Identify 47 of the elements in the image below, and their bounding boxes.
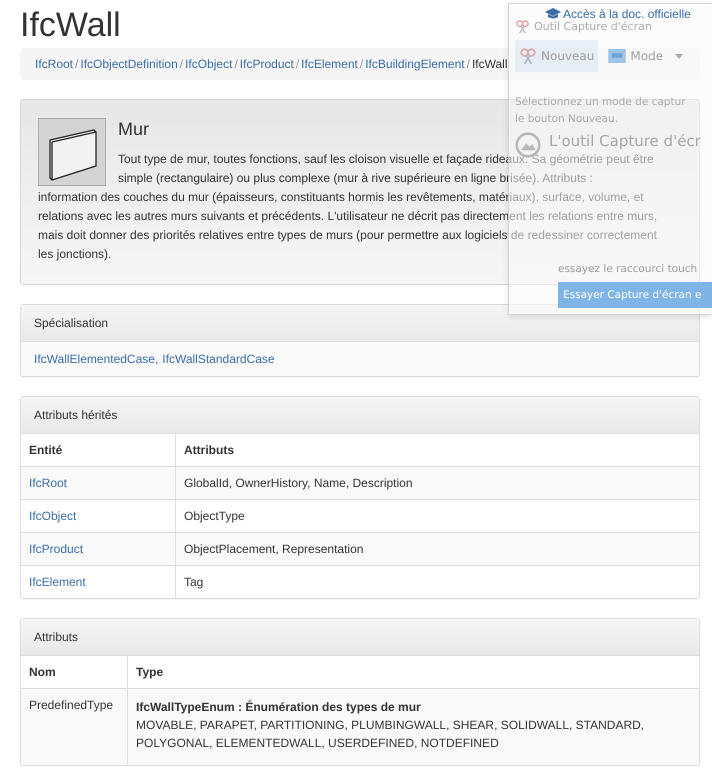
wall-icon (38, 118, 106, 186)
hint-text: Sélectionnez un mode de captur (515, 95, 687, 110)
hint-text: le bouton Nouveau. (515, 112, 620, 127)
entity-link[interactable]: IfcProduct (29, 542, 84, 556)
breadcrumb-separator: / (358, 57, 364, 71)
scissors-icon (519, 47, 537, 65)
window-title: Outil Capture d'écran (534, 20, 652, 32)
scissors-icon (515, 18, 530, 34)
entity-link[interactable]: IfcElement (29, 575, 86, 589)
breadcrumb-link[interactable]: IfcObject (185, 57, 232, 71)
column-header: Type (128, 656, 699, 688)
breadcrumb-separator: / (178, 57, 184, 71)
table-cell: PredefinedType (21, 688, 128, 765)
enum-values: MOVABLE, PARAPET, PARTITIONING, PLUMBINGWALL, SHEAR, SOLIDWALL, STANDARD, POLYGONAL, ELEMENTEDWALL, USERDEFINED, NOTDEFINED (136, 717, 646, 752)
description-text: Tout type de mur, toutes fonctions, sauf les cloison visuelle et façade rideaux. Sa géométrie peut être simple (rectangulaire) ou plus complexe (mur à rive supérieure en ligne brisée). Attributs : (118, 151, 655, 187)
caret-icon (675, 54, 684, 58)
description-text: information des couches du mur (épaisseurs, constituants hormis les revêtements, matériaux), surface, volume, et relations avec les autres murs suivants et précédents. L'utilisateur ne décrit pas directement les relations entre murs, mais doit donner des priorités relatives entre types de murs (pour permettre aux logiciels de redessiner correctement les jonctions). (38, 189, 658, 263)
type-title: IfcWallTypeEnum : Énumération des types de mur (136, 699, 422, 716)
entity-link[interactable]: IfcRoot (29, 476, 68, 490)
rectangle-icon (608, 49, 626, 63)
breadcrumb-separator: / (294, 57, 300, 71)
column-header: Attributs (176, 434, 699, 466)
table-cell: ObjectPlacement, Representation (176, 532, 699, 566)
entity-link[interactable]: IfcObject (29, 509, 76, 523)
breadcrumb-link[interactable]: IfcRoot (35, 57, 74, 71)
summary-heading: Mur (118, 118, 149, 140)
graduation-cap-icon (545, 8, 561, 20)
panel-heading: Attributs (21, 619, 699, 656)
breadcrumb-link[interactable]: IfcObjectDefinition (80, 57, 178, 71)
breadcrumb-current: IfcWall (472, 57, 508, 71)
documentation-link[interactable]: Accès à la doc. officielle (545, 7, 691, 21)
breadcrumb-separator: / (466, 57, 471, 71)
breadcrumb-separator: / (233, 57, 239, 71)
mode-button[interactable]: Mode (604, 40, 688, 72)
breadcrumb-link[interactable]: IfcBuildingElement (365, 57, 465, 71)
promo-heading: L'outil Capture d'écr (549, 132, 701, 150)
promo-text: essayez le raccourci touch (558, 262, 698, 277)
breadcrumb-separator: / (74, 57, 80, 71)
specialisation-link[interactable]: IfcWallElementedCase, (34, 352, 158, 366)
specialisation-link[interactable]: IfcWallStandardCase (162, 352, 275, 366)
table-cell: Tag (176, 566, 699, 598)
panel-heading: Attributs hérités (21, 397, 699, 434)
breadcrumb-link[interactable]: IfcProduct (240, 57, 294, 71)
breadcrumb-link[interactable]: IfcElement (301, 57, 358, 71)
page-title: IfcWall (20, 6, 121, 44)
table-cell: GlobalId, OwnerHistory, Name, Description (176, 466, 699, 500)
panel-heading: Spécialisation (21, 305, 699, 342)
